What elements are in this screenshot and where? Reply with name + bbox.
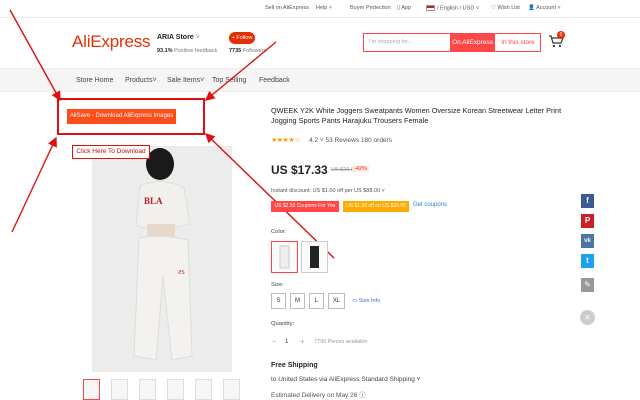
info-icon[interactable]: ⓘ [359,392,366,399]
twitter-share-icon[interactable]: t [581,254,594,268]
search-on-aliexpress-button[interactable]: On AliExpress [450,33,495,52]
get-coupons-link[interactable]: Get coupons [413,202,447,208]
quantity-increase-button[interactable]: + [300,337,305,346]
nav-sale-items-label: Sale Items [167,77,201,84]
product-main-image[interactable]: BLA ƧS [92,146,232,372]
search-input[interactable]: I'm shopping for... [369,39,412,45]
help-link[interactable]: Help ˅ [316,5,332,11]
thumbnail[interactable] [83,379,100,400]
followers-label: Followers [242,48,267,54]
wishlist-label: Wish List [497,5,520,11]
color-option-black[interactable] [301,241,328,273]
user-icon: 👤 [528,5,535,11]
nav-products[interactable]: Products˅ [125,77,157,84]
search-in-store-button[interactable]: In this store [495,33,541,52]
quantity-decrease-button[interactable]: − [272,337,277,346]
svg-text:BLA: BLA [144,196,163,206]
product-price: US $17.33 [271,163,328,177]
nav-store-home[interactable]: Store Home [76,77,113,84]
store-name-link[interactable]: ARIA Store ˅ [157,34,200,41]
thumbnail[interactable] [223,379,240,400]
sell-on-aliexpress-link[interactable]: Sell on AliExpress [265,5,309,11]
store-feedback: 93.1% Positive feedback [157,48,217,54]
orders-count: 180 orders [360,137,392,144]
facebook-share-icon[interactable]: f [581,194,594,208]
us-flag-icon [426,5,435,11]
close-icon[interactable]: ✕ [580,310,595,325]
estimated-delivery-label: Estimated Delivery on May 26 [271,392,358,399]
feedback-value: 93.1% [157,48,173,54]
shipping-method-label: to United States via AliExpress Standard… [271,376,415,383]
model-figure: BLA ƧS [92,146,232,372]
color-label: Color: [271,229,287,235]
aliexpress-logo[interactable]: AliExpress [72,32,151,52]
size-option-m[interactable]: M [290,293,305,309]
discount-badge: -42% [352,166,369,172]
size-info-link[interactable]: ▭ Size Info [352,298,380,304]
estimated-delivery: Estimated Delivery on May 26 ⓘ [271,389,366,399]
thumbnail[interactable] [167,379,184,400]
nav-top-selling[interactable]: Top Selling [212,77,246,84]
instant-discount-text: Instant discount: US $1.00 off per US $8… [271,188,381,194]
app-label: App [401,5,412,11]
thumbnail[interactable] [111,379,128,400]
feedback-label: Positive feedback [174,48,218,54]
click-here-to-download-button[interactable]: Click Here To Download [72,145,150,159]
svg-text:ƧS: ƧS [178,270,185,276]
store-nav: Store Home Products˅ Sale Items˅ Top Sel… [0,68,640,92]
follow-button[interactable]: + Follow [229,32,255,44]
alisave-download-button[interactable]: AliSave - Download AliExpress Images [67,109,176,124]
phone-icon: ▯ [397,5,401,11]
language-label: / English / USD [437,5,475,12]
size-option-xl[interactable]: XL [328,293,345,309]
store-name: ARIA Store [157,34,194,41]
language-currency-selector[interactable]: / English / USD ˅ [426,5,479,11]
size-option-s[interactable]: S [271,293,286,309]
product-title: QWEEK Y2K White Joggers Sweatpants Women… [271,106,562,125]
pieces-available: 7790 Pieces available [314,339,368,345]
nav-sale-items[interactable]: Sale Items˅ [167,77,204,84]
pencil-icon[interactable]: ✎ [581,278,594,292]
instant-discount: Instant discount: US $1.00 off per US $8… [271,188,385,194]
ruler-icon: ▭ [352,298,358,304]
free-shipping-title: Free Shipping [271,362,318,369]
quantity-label: Quantity: [271,321,295,327]
rating-value: 4.2 [309,137,319,144]
account-label: Account [536,5,556,11]
size-info-label: Size Info [358,298,381,304]
wishlist-link[interactable]: ♡ Wish List [491,5,520,11]
buyer-protection-link[interactable]: Buyer Protection [350,5,391,11]
thumbnail[interactable] [139,379,156,400]
chevron-down-icon: ˅ [152,77,157,84]
thumbnail[interactable] [195,379,212,400]
size-label: Size: [271,282,284,288]
quantity-value[interactable]: 1 [285,339,288,345]
size-option-l[interactable]: L [309,293,324,309]
rating-summary: 4.2 ˅ 53 Reviews 180 orders [309,137,392,144]
nav-feedback[interactable]: Feedback [259,77,290,84]
color-option-white[interactable] [271,241,298,273]
account-link[interactable]: 👤 Account ˅ [528,5,561,11]
shipping-method[interactable]: to United States via AliExpress Standard… [271,376,420,383]
help-label: Help [316,5,328,11]
pinterest-share-icon[interactable]: P [581,214,594,228]
search-bar: I'm shopping for... On AliExpress In thi… [363,33,541,52]
cart-count-badge: 0 [557,31,565,39]
top-utility-bar: Sell on AliExpress Help ˅ Buyer Protecti… [0,0,640,18]
chevron-down-icon: ˅ [195,34,200,41]
coupon-badge[interactable]: US $2.50 Coupons For You [271,201,339,212]
color-swatch-white [279,245,290,269]
followers-value: 7735 [229,48,242,54]
color-swatch-black [310,246,319,268]
chevron-down-icon: ˅ [200,77,205,84]
nav-products-label: Products [125,77,153,84]
store-followers: 7735 Followers [229,48,266,54]
arrow [11,136,57,233]
heart-icon: ♡ [491,5,496,11]
rating-stars-icon: ★★★★☆ [271,137,300,144]
app-link[interactable]: ▯ App [397,5,411,11]
coupon-badge[interactable]: US $1.00 off on US $39.00 [343,201,409,212]
vk-share-icon[interactable]: vk [581,234,594,248]
reviews-link[interactable]: 53 Reviews [325,137,359,144]
